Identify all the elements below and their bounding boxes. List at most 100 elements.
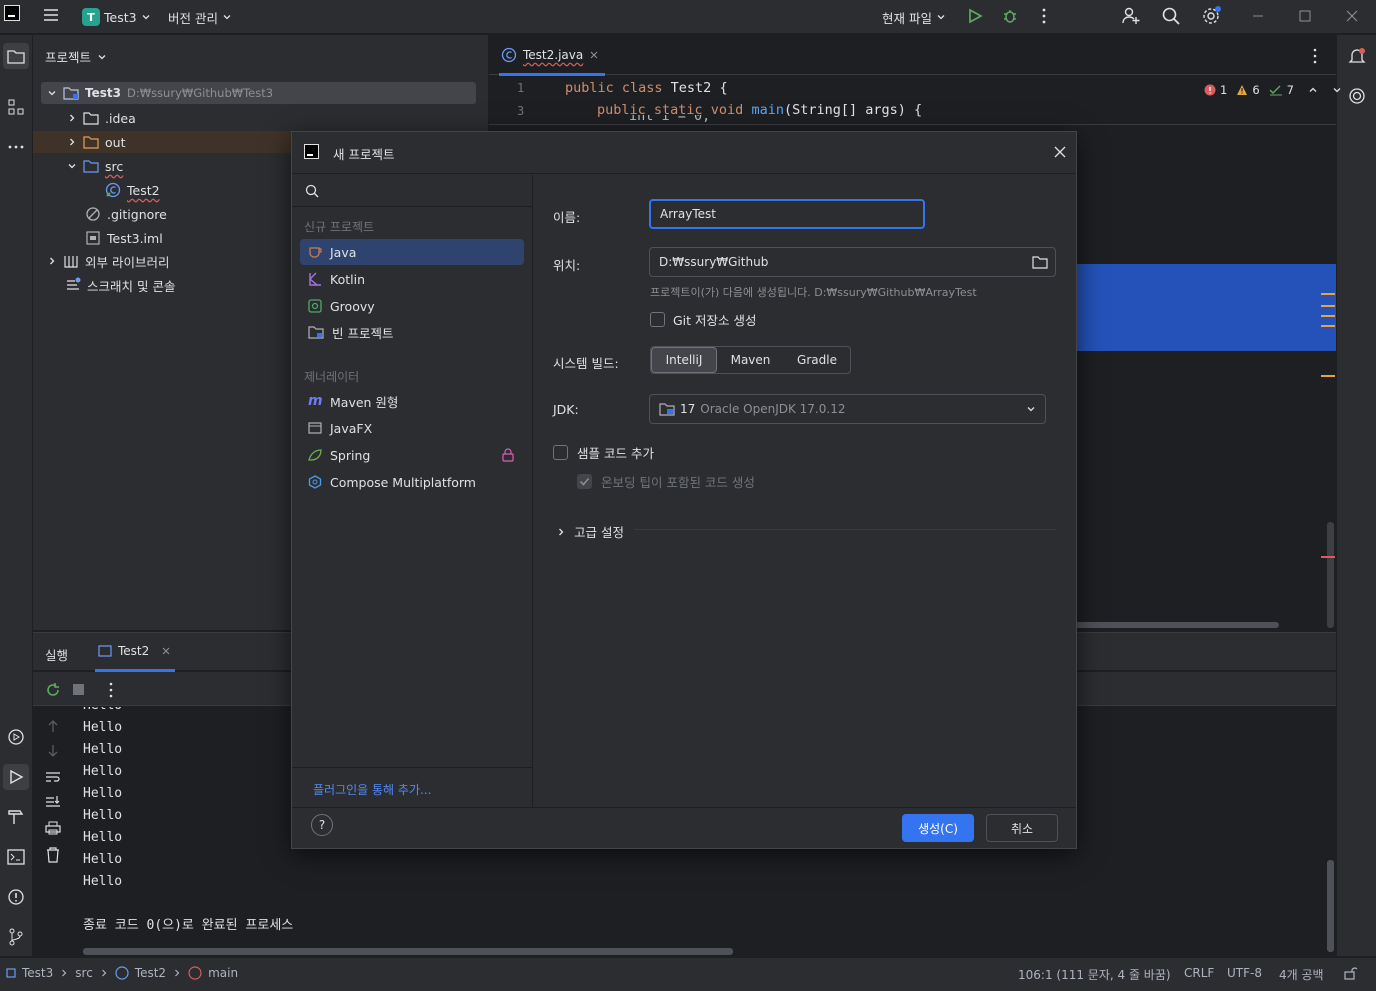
run-icon[interactable] [966,7,984,25]
scroll-down-icon[interactable] [46,744,60,758]
code-line-clipped: int i = 0; [629,115,829,124]
help-icon[interactable]: ? [311,814,333,836]
editor-vertical-scrollbar[interactable] [1327,522,1334,628]
status-bar: Test3 src Test2 main 106:1 (111 문자, 4 줄 … [0,957,1376,991]
browse-folder-icon[interactable] [1032,255,1048,269]
project-type-java[interactable]: Java [300,239,524,265]
sample-code-option[interactable]: 샘플 코드 추가 [553,443,654,462]
generator-compose[interactable]: Compose Multiplatform [300,469,524,495]
tree-row-root[interactable]: Test3 D:₩ssury₩Github₩Test3 [41,82,476,104]
project-badge: T [82,8,100,26]
indent-setting[interactable]: 4개 공백 [1279,966,1324,983]
ai-assistant-icon[interactable] [1344,83,1370,109]
breadcrumb-item[interactable]: main [208,966,238,980]
generator-maven[interactable]: m Maven 원형 [300,388,524,414]
git-repo-checkbox[interactable] [650,312,665,327]
breadcrumb-item[interactable]: src [75,966,93,980]
editor-tab[interactable]: Test2.java [501,47,599,63]
name-field[interactable]: ArrayTest [649,199,925,229]
close-tab-icon[interactable] [161,646,171,656]
file-encoding[interactable]: UTF-8 [1227,966,1262,980]
tree-row-iml[interactable]: Test3.iml [85,227,163,249]
jdk-select[interactable]: 17 Oracle OpenJDK 17.0.12 [649,394,1046,424]
add-user-icon[interactable] [1121,6,1141,26]
more-actions-icon[interactable] [1036,7,1052,25]
caret-position[interactable]: 106:1 (111 문자, 4 줄 바꿈) [1018,966,1171,983]
close-tab-icon[interactable] [589,50,599,60]
tree-row-src[interactable]: src [67,155,123,177]
advanced-settings-toggle[interactable]: 고급 설정 [556,522,624,541]
project-type-kotlin[interactable]: Kotlin [300,266,524,292]
project-type-search[interactable] [292,175,533,207]
line-separator[interactable]: CRLF [1184,966,1214,980]
app-logo-icon[interactable] [4,5,20,21]
problems-tool-icon[interactable] [3,884,29,910]
more-tools-icon[interactable] [3,134,29,160]
minimize-icon[interactable] [1250,8,1266,24]
read-only-lock-icon[interactable] [1344,966,1358,980]
vcs-menu[interactable]: 버전 관리 [162,5,238,29]
run-tab[interactable]: Test2 [98,644,171,658]
project-tool-icon[interactable] [3,43,29,69]
code-line[interactable]: public class Test2 { [565,80,728,96]
services-tool-icon[interactable] [3,724,29,750]
notifications-icon[interactable] [1344,43,1370,69]
close-window-icon[interactable] [1344,8,1360,24]
scroll-up-icon[interactable] [46,719,60,733]
add-via-plugins-link[interactable]: 플러그인을 통해 추가... [313,781,431,798]
sample-code-checkbox[interactable] [553,445,568,460]
generator-spring[interactable]: Spring [300,442,524,468]
inspection-widget[interactable]: 1 6 7 [1204,83,1342,97]
editor-horizontal-scrollbar[interactable] [1075,622,1279,628]
project-panel-header[interactable]: 프로젝트 [45,47,107,66]
console-vertical-scrollbar[interactable] [1327,860,1334,952]
create-button[interactable]: 생성(C) [902,814,974,842]
build-option-gradle[interactable]: Gradle [784,347,850,373]
run-more-icon[interactable] [107,682,115,698]
generator-javafx[interactable]: JavaFX [300,415,524,441]
tree-row-idea[interactable]: .idea [67,107,136,129]
tree-row-test2[interactable]: Test2 [105,179,160,201]
project-type-groovy[interactable]: Groovy [300,293,524,319]
build-tool-icon[interactable] [3,804,29,830]
tree-label: out [105,134,126,150]
rerun-icon[interactable] [45,682,61,698]
console-horizontal-scrollbar[interactable] [83,948,733,955]
git-tool-icon[interactable] [3,924,29,950]
breadcrumb: Test3 src Test2 main [6,966,238,980]
editor-more-icon[interactable] [1309,48,1321,64]
soft-wrap-icon[interactable] [45,770,61,784]
new-project-dialog: 새 프로젝트 신규 프로젝트 Java Kotlin Groovy 빈 프로젝트… [291,131,1077,849]
terminal-tool-icon[interactable] [3,844,29,870]
location-field[interactable]: D:₩ssury₩Github [649,247,1056,277]
cancel-button[interactable]: 취소 [986,814,1058,842]
search-icon[interactable] [1161,6,1181,26]
git-repo-option[interactable]: Git 저장소 생성 [650,310,757,329]
run-config-selector[interactable]: 현재 파일 [876,5,952,29]
tree-row-out[interactable]: out [33,131,291,153]
debug-icon[interactable] [1001,7,1019,25]
breadcrumb-item[interactable]: Test3 [22,966,53,980]
build-option-intellij[interactable]: IntelliJ [651,347,717,373]
previous-highlight-icon[interactable] [1308,85,1318,95]
print-icon[interactable] [45,821,61,835]
run-tool-icon[interactable] [3,764,29,790]
clear-all-icon[interactable] [45,847,61,863]
project-type-search-input[interactable] [327,183,527,198]
breadcrumb-item[interactable]: Test2 [135,966,166,980]
stop-icon[interactable] [73,684,84,695]
tree-row-scratches[interactable]: 스크래치 및 콘솔 [65,274,175,296]
next-highlight-icon[interactable] [1332,85,1342,95]
dialog-close-icon[interactable] [1053,145,1067,159]
build-option-maven[interactable]: Maven [717,347,784,373]
maximize-icon[interactable] [1297,8,1313,24]
tree-row-gitignore[interactable]: .gitignore [85,203,167,225]
onboarding-label: 온보딩 팁이 포함된 코드 생성 [601,475,755,490]
settings-icon[interactable] [1200,5,1222,27]
project-switcher[interactable]: T Test3 [76,5,157,29]
main-menu-icon[interactable] [42,6,62,26]
project-type-empty[interactable]: 빈 프로젝트 [300,319,524,345]
tree-row-external-libs[interactable]: 외부 라이브러리 [47,250,169,272]
scroll-to-end-icon[interactable] [45,795,61,809]
structure-tool-icon[interactable] [3,94,29,120]
